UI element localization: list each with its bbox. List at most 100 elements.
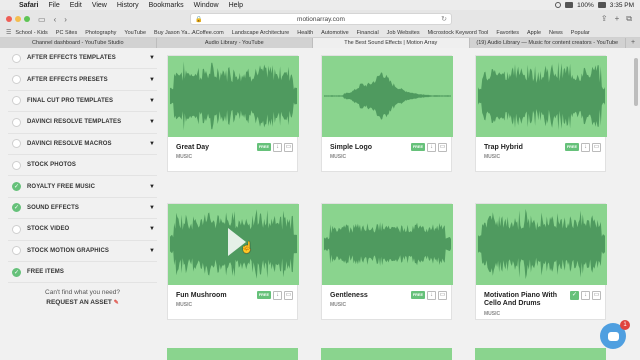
filter-after-effects-templates[interactable]: AFTER EFFECTS TEMPLATES ▼ <box>8 48 157 70</box>
menu-help[interactable]: Help <box>224 2 248 9</box>
add-tab-icon[interactable]: + <box>626 38 640 48</box>
waveform-preview[interactable] <box>475 348 606 360</box>
filter-checkbox[interactable] <box>12 96 21 106</box>
caret-down-icon[interactable]: ▼ <box>149 119 155 125</box>
bookmark-item[interactable]: YouTube <box>120 30 150 36</box>
filter-checkbox-checked[interactable]: ✓ <box>12 267 21 277</box>
menu-safari[interactable]: Safari <box>14 2 43 9</box>
card-title[interactable]: Motivation Piano With Cello And Drums <box>484 292 572 308</box>
filter-davinci-resolve-macros[interactable]: DAVINCI RESOLVE MACROS ▼ <box>8 134 157 155</box>
filter-davinci-resolve-templates[interactable]: DAVINCI RESOLVE TEMPLATES ▼ <box>8 112 157 134</box>
download-icon[interactable]: ↓ <box>427 143 436 152</box>
waveform-preview[interactable] <box>322 204 453 285</box>
filter-after-effects-presets[interactable]: AFTER EFFECTS PRESETS ▼ <box>8 69 157 91</box>
added-check-icon[interactable]: ✓ <box>570 291 579 300</box>
audio-card[interactable]: Trap Hybrid MUSIC FREE ↓ ▭ <box>475 55 607 172</box>
menu-bookmarks[interactable]: Bookmarks <box>144 2 189 9</box>
chat-button[interactable]: 1 <box>600 320 630 349</box>
filter-checkbox-checked[interactable]: ✓ <box>12 182 21 192</box>
card-title[interactable]: Simple Logo <box>330 144 418 152</box>
close-window-icon[interactable] <box>6 16 12 22</box>
audio-card[interactable]: ☝ Fun Mushroom MUSIC FREE ↓ ▭ <box>167 203 299 320</box>
filter-checkbox[interactable] <box>12 75 21 85</box>
bookmark-item[interactable]: News <box>545 30 567 36</box>
bookmark-item[interactable]: Financial <box>353 30 383 36</box>
audio-card[interactable]: Great Day MUSIC FREE ↓ ▭ <box>167 55 299 172</box>
bookmark-item[interactable]: PC Sites <box>52 30 81 36</box>
audio-card[interactable]: Simple Logo MUSIC FREE ↓ ▭ <box>321 55 453 172</box>
new-tab-icon[interactable]: + <box>615 14 620 24</box>
filter-stock-photos[interactable]: STOCK PHOTOS <box>8 155 157 177</box>
filter-final-cut-pro-templates[interactable]: FINAL CUT PRO TEMPLATES ▼ <box>8 91 157 113</box>
menu-history[interactable]: History <box>112 2 144 9</box>
tab-youtube-audio-library[interactable]: (19) Audio Library — Music for content c… <box>470 38 626 48</box>
reload-icon[interactable]: ↻ <box>441 15 447 23</box>
caret-down-icon[interactable]: ▼ <box>149 77 155 83</box>
back-button[interactable]: ‹ <box>54 15 57 24</box>
tab-audio-library[interactable]: Audio Library - YouTube <box>157 38 313 48</box>
audio-card[interactable]: Gentleness MUSIC FREE ↓ ▭ <box>321 203 453 320</box>
add-to-collection-icon[interactable]: ▭ <box>284 291 293 300</box>
waveform-preview[interactable] <box>476 204 607 285</box>
add-to-collection-icon[interactable]: ▭ <box>438 291 447 300</box>
menu-file[interactable]: File <box>43 2 64 9</box>
filter-royalty-free-music[interactable]: ✓ ROYALTY FREE MUSIC ▼ <box>8 176 157 198</box>
bookmark-item[interactable]: Health <box>293 30 317 36</box>
address-bar[interactable]: 🔒 motionarray.com ↻ <box>190 13 452 25</box>
share-icon[interactable]: ⇪ <box>601 14 608 24</box>
filter-checkbox[interactable] <box>12 139 21 149</box>
battery-icon[interactable] <box>597 2 606 8</box>
filter-checkbox[interactable] <box>12 160 21 170</box>
status-icon[interactable] <box>555 2 562 8</box>
filter-checkbox[interactable] <box>12 117 21 127</box>
bookmark-item[interactable]: Favorites <box>492 30 523 36</box>
waveform-preview[interactable]: ☝ <box>168 204 299 285</box>
zoom-window-icon[interactable] <box>24 16 30 22</box>
request-asset-link[interactable]: REQUEST AN ASSET ✎ <box>0 299 165 306</box>
download-icon[interactable]: ↓ <box>581 291 590 300</box>
bookmark-item[interactable]: Buy Jason Ya...ACoffee.com <box>150 30 228 36</box>
filter-stock-video[interactable]: STOCK VIDEO ▼ <box>8 219 157 241</box>
add-to-collection-icon[interactable]: ▭ <box>438 143 447 152</box>
tab-youtube-studio[interactable]: Channel dashboard - YouTube Studio <box>0 38 157 48</box>
bookmark-item[interactable]: Automotive <box>317 30 353 36</box>
clock[interactable]: 3:35 PM <box>610 2 634 9</box>
menu-view[interactable]: View <box>87 2 112 9</box>
caret-down-icon[interactable]: ▼ <box>149 248 155 254</box>
card-title[interactable]: Fun Mushroom <box>176 292 264 300</box>
download-icon[interactable]: ↓ <box>427 291 436 300</box>
waveform-preview[interactable] <box>167 348 298 360</box>
caret-down-icon[interactable]: ▼ <box>149 141 155 147</box>
filter-stock-motion-graphics[interactable]: STOCK MOTION GRAPHICS ▼ <box>8 241 157 262</box>
add-to-collection-icon[interactable]: ▭ <box>592 143 601 152</box>
caret-down-icon[interactable]: ▼ <box>149 184 155 190</box>
card-title[interactable]: Gentleness <box>330 292 418 300</box>
bookmark-item[interactable]: School - Kids <box>11 30 51 36</box>
bookmark-item[interactable]: Job Websites <box>383 30 424 36</box>
download-icon[interactable]: ↓ <box>581 143 590 152</box>
menu-window[interactable]: Window <box>189 2 224 9</box>
caret-down-icon[interactable]: ▼ <box>149 55 155 61</box>
filter-checkbox[interactable] <box>12 224 21 234</box>
add-to-collection-icon[interactable]: ▭ <box>284 143 293 152</box>
waveform-preview[interactable] <box>322 56 453 137</box>
waveform-preview[interactable] <box>168 56 299 137</box>
filter-checkbox-checked[interactable]: ✓ <box>12 203 21 213</box>
card-title[interactable]: Trap Hybrid <box>484 144 572 152</box>
bookmark-item[interactable]: Apple <box>523 30 545 36</box>
sidebar-toggle-icon[interactable]: ▭ <box>38 15 46 24</box>
filter-checkbox[interactable] <box>12 53 21 63</box>
filter-checkbox[interactable] <box>12 246 21 256</box>
bookmark-item[interactable]: Popular <box>567 30 594 36</box>
bookmark-item[interactable]: Microstock Keyword Tool <box>424 30 493 36</box>
forward-button[interactable]: › <box>64 15 67 24</box>
audio-card[interactable]: Motivation Piano With Cello And Drums MU… <box>475 203 607 320</box>
download-icon[interactable]: ↓ <box>273 291 282 300</box>
page-scrollbar[interactable] <box>634 58 638 106</box>
menu-edit[interactable]: Edit <box>65 2 87 9</box>
wifi-icon[interactable] <box>565 2 574 8</box>
caret-down-icon[interactable]: ▼ <box>149 98 155 104</box>
waveform-preview[interactable] <box>476 56 607 137</box>
caret-down-icon[interactable]: ▼ <box>149 205 155 211</box>
minimize-window-icon[interactable] <box>15 16 21 22</box>
